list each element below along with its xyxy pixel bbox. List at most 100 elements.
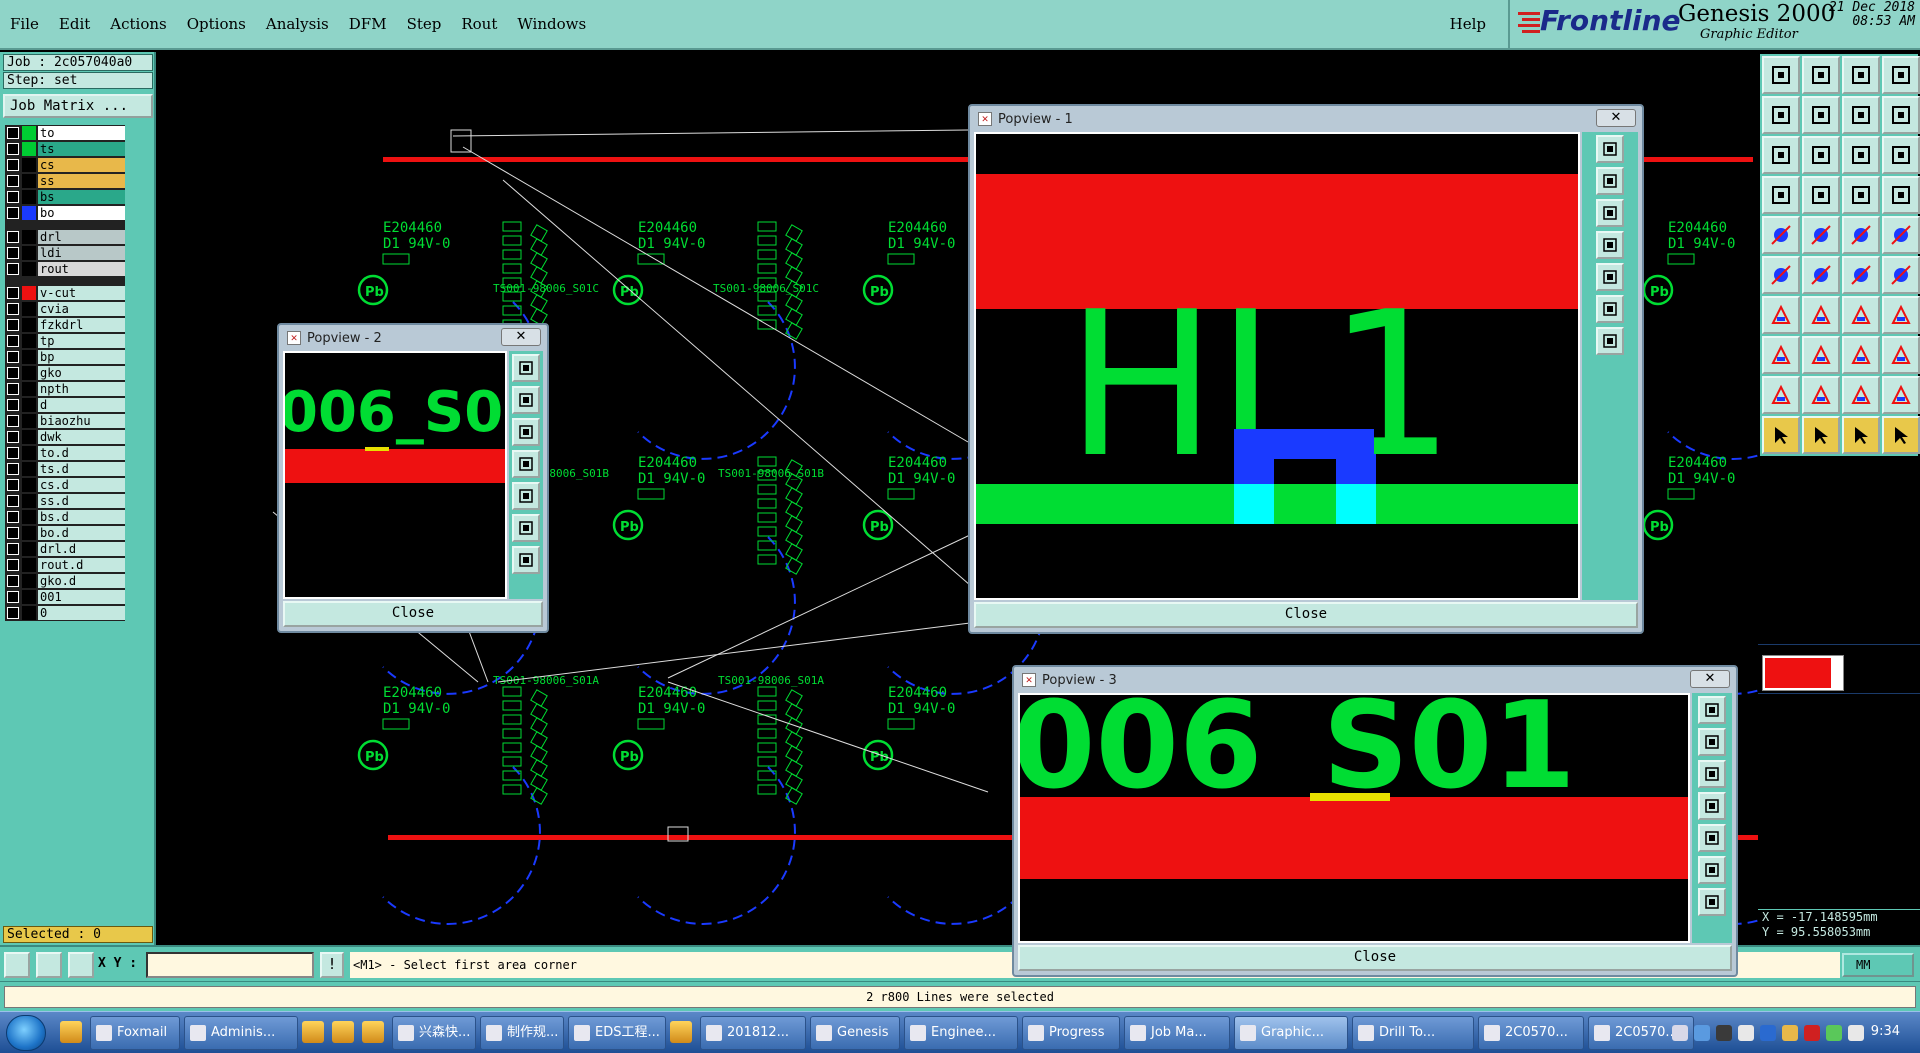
ruler-icon[interactable] [1842, 216, 1880, 254]
layer-checkbox[interactable] [7, 263, 19, 275]
layer-row[interactable]: tp [5, 333, 125, 349]
layer-row[interactable]: to [5, 125, 125, 141]
layer-checkbox[interactable] [7, 207, 19, 219]
menu-windows[interactable]: Windows [517, 15, 586, 33]
layer-row[interactable]: ts [5, 141, 125, 157]
shape-icon[interactable] [1762, 336, 1800, 374]
slash-icon[interactable] [1802, 296, 1840, 334]
triangle-icon[interactable] [1762, 376, 1800, 414]
center-icon[interactable] [512, 514, 540, 542]
zoom-home-icon[interactable] [1698, 696, 1726, 724]
layer-checkbox[interactable] [7, 463, 19, 475]
layer-checkbox[interactable] [7, 383, 19, 395]
layer-checkbox[interactable] [7, 335, 19, 347]
layer-checkbox[interactable] [7, 399, 19, 411]
fit-icon[interactable] [512, 482, 540, 510]
angle-icon[interactable] [1762, 296, 1800, 334]
layer-checkbox[interactable] [7, 559, 19, 571]
taskbar-item[interactable]: Graphic... [1234, 1016, 1348, 1050]
pan-icon[interactable] [1596, 231, 1624, 259]
taskbar-item[interactable]: 兴森快... [392, 1016, 476, 1050]
layer-checkbox[interactable] [7, 319, 19, 331]
popview3-close-button[interactable]: Close [1018, 945, 1732, 971]
center-icon[interactable] [1698, 856, 1726, 884]
layer-checkbox[interactable] [7, 175, 19, 187]
menu-dfm[interactable]: DFM [349, 15, 387, 33]
layer-checkbox[interactable] [7, 511, 19, 523]
quicklaunch-icon[interactable] [60, 1021, 82, 1043]
popview2-close-button[interactable]: Close [283, 601, 543, 627]
layer-row[interactable]: 0 [5, 605, 125, 621]
quicklaunch-icon[interactable] [362, 1021, 384, 1043]
layer-checkbox[interactable] [7, 303, 19, 315]
taskbar-item[interactable]: Enginee... [904, 1016, 1018, 1050]
popview2-titlebar[interactable]: ✕ Popview - 2 ✕ [283, 328, 543, 348]
layer-checkbox[interactable] [7, 607, 19, 619]
layer-row[interactable]: to.d [5, 445, 125, 461]
layer-row[interactable]: gko [5, 365, 125, 381]
circle-icon[interactable] [1882, 216, 1920, 254]
zoom-out-icon[interactable] [512, 418, 540, 446]
layer-checkbox[interactable] [7, 159, 19, 171]
layer-checkbox[interactable] [7, 431, 19, 443]
net-icon[interactable] [1882, 176, 1920, 214]
layer-up-icon[interactable] [1762, 56, 1800, 94]
taskbar-item[interactable]: Adminis... [184, 1016, 298, 1050]
menu-step[interactable]: Step [407, 15, 442, 33]
layer-row[interactable]: ss.d [5, 493, 125, 509]
layer-checkbox[interactable] [7, 415, 19, 427]
pan-icon[interactable] [1698, 792, 1726, 820]
bracket-icon[interactable] [1842, 336, 1880, 374]
close-icon[interactable]: ✕ [1596, 109, 1636, 127]
redraw-icon[interactable] [1596, 327, 1624, 355]
layer-row[interactable]: drl.d [5, 541, 125, 557]
quicklaunch-icon[interactable] [302, 1021, 324, 1043]
box-icon[interactable] [1882, 336, 1920, 374]
window-icon[interactable] [1882, 56, 1920, 94]
zoom-in-icon[interactable] [512, 386, 540, 414]
taskbar-item[interactable]: Foxmail [90, 1016, 180, 1050]
start-button[interactable] [6, 1015, 46, 1051]
layer-row[interactable]: cs.d [5, 477, 125, 493]
triangle2-icon[interactable] [1802, 376, 1840, 414]
popview1-close-button[interactable]: Close [974, 602, 1638, 628]
tray-icon[interactable] [1826, 1025, 1842, 1041]
layer-checkbox[interactable] [7, 447, 19, 459]
tray-icon[interactable] [1804, 1025, 1820, 1041]
taskbar-item[interactable]: Job Ma... [1124, 1016, 1230, 1050]
pointer4-icon[interactable] [1882, 416, 1920, 454]
taskbar-item[interactable]: 2C0570... [1478, 1016, 1584, 1050]
help-icon[interactable] [1882, 136, 1920, 174]
layer-checkbox[interactable] [7, 127, 19, 139]
minimap[interactable] [1758, 644, 1920, 694]
layer-row[interactable]: bs [5, 189, 125, 205]
pan-icon[interactable] [512, 450, 540, 478]
close-icon[interactable]: ✕ [1690, 670, 1730, 688]
close-icon[interactable]: ✕ [501, 328, 541, 346]
pointer2-icon[interactable] [1802, 416, 1840, 454]
menu-rout[interactable]: Rout [461, 15, 497, 33]
fit-icon[interactable] [1596, 263, 1624, 291]
taskbar-item[interactable]: Drill To... [1352, 1016, 1474, 1050]
scale-icon[interactable] [1842, 136, 1880, 174]
zoom-in-icon[interactable] [1596, 167, 1624, 195]
node-icon[interactable] [1762, 256, 1800, 294]
layer-row[interactable]: drl [5, 229, 125, 245]
select-icon[interactable] [1762, 216, 1800, 254]
layer-checkbox[interactable] [7, 575, 19, 587]
zoom-out-icon[interactable] [1596, 199, 1624, 227]
layer-checkbox[interactable] [7, 479, 19, 491]
layer-checkbox[interactable] [7, 247, 19, 259]
zoom-home-icon[interactable] [512, 354, 540, 382]
zoom-home-icon[interactable] [1596, 135, 1624, 163]
popview1-view[interactable]: HL1 [974, 132, 1580, 600]
layer-row[interactable]: rout [5, 261, 125, 277]
redraw-icon[interactable] [512, 546, 540, 574]
zoom-fit-icon[interactable] [1762, 136, 1800, 174]
menu-edit[interactable]: Edit [59, 15, 90, 33]
layer-row[interactable]: rout.d [5, 557, 125, 573]
arch-icon[interactable] [1842, 376, 1880, 414]
menu-options[interactable]: Options [187, 15, 246, 33]
prompt-info-button[interactable]: ! [320, 952, 344, 978]
layer-row[interactable]: bo [5, 205, 125, 221]
